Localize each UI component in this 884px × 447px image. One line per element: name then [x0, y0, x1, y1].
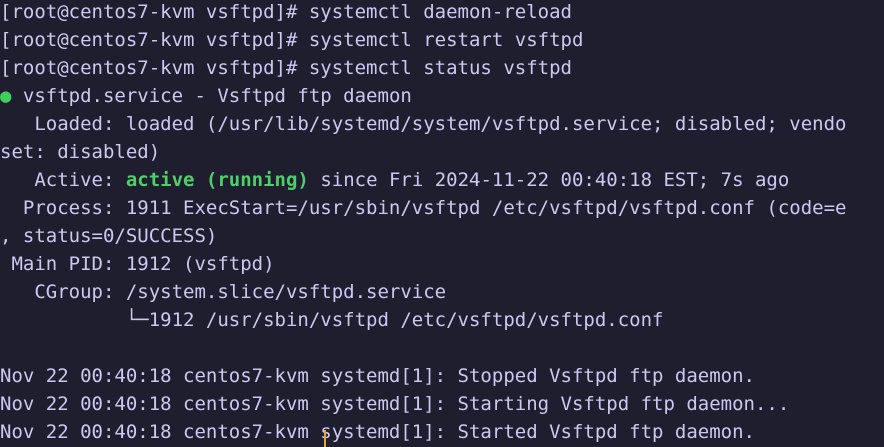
active-label: Active: — [0, 169, 126, 191]
log-line: Nov 22 00:40:18 centos7-kvm systemd[1]: … — [0, 365, 755, 387]
process-wrap-line: , status=0/SUCCESS) — [0, 225, 218, 247]
cgroup-child-line: └─1912 /usr/sbin/vsftpd /etc/vsftpd/vsft… — [0, 309, 664, 331]
log-line: Nov 22 00:40:18 centos7-kvm systemd[1]: … — [0, 393, 790, 415]
command-line-restart: [root@centos7-kvm vsftpd]# systemctl res… — [0, 29, 584, 51]
loaded-wrap-line: set: disabled) — [0, 141, 161, 163]
loaded-line: Loaded: loaded (/usr/lib/systemd/system/… — [0, 113, 847, 135]
active-state: active (running) — [125, 169, 309, 191]
active-line: Active: active (running) since Fri 2024-… — [0, 166, 884, 194]
text-cursor — [324, 430, 326, 447]
status-dot-icon: ● — [0, 85, 12, 107]
log-line: Nov 22 00:40:18 centos7-kvm systemd[1]: … — [0, 421, 755, 443]
terminal-window[interactable]: [root@centos7-kvm vsftpd]# systemctl dae… — [0, 0, 884, 447]
active-since: since Fri 2024-11-22 00:40:18 EST; 7s ag… — [308, 169, 790, 191]
command-line-status: [root@centos7-kvm vsftpd]# systemctl sta… — [0, 57, 572, 79]
service-title: vsftpd.service - Vsftpd ftp daemon — [11, 85, 412, 107]
service-line: ● vsftpd.service - Vsftpd ftp daemon — [0, 82, 884, 110]
process-line: Process: 1911 ExecStart=/usr/sbin/vsftpd… — [0, 197, 847, 219]
cgroup-line: CGroup: /system.slice/vsftpd.service — [0, 281, 447, 303]
main-pid-line: Main PID: 1912 (vsftpd) — [0, 253, 275, 275]
command-line-daemon-reload: [root@centos7-kvm vsftpd]# systemctl dae… — [0, 1, 572, 23]
